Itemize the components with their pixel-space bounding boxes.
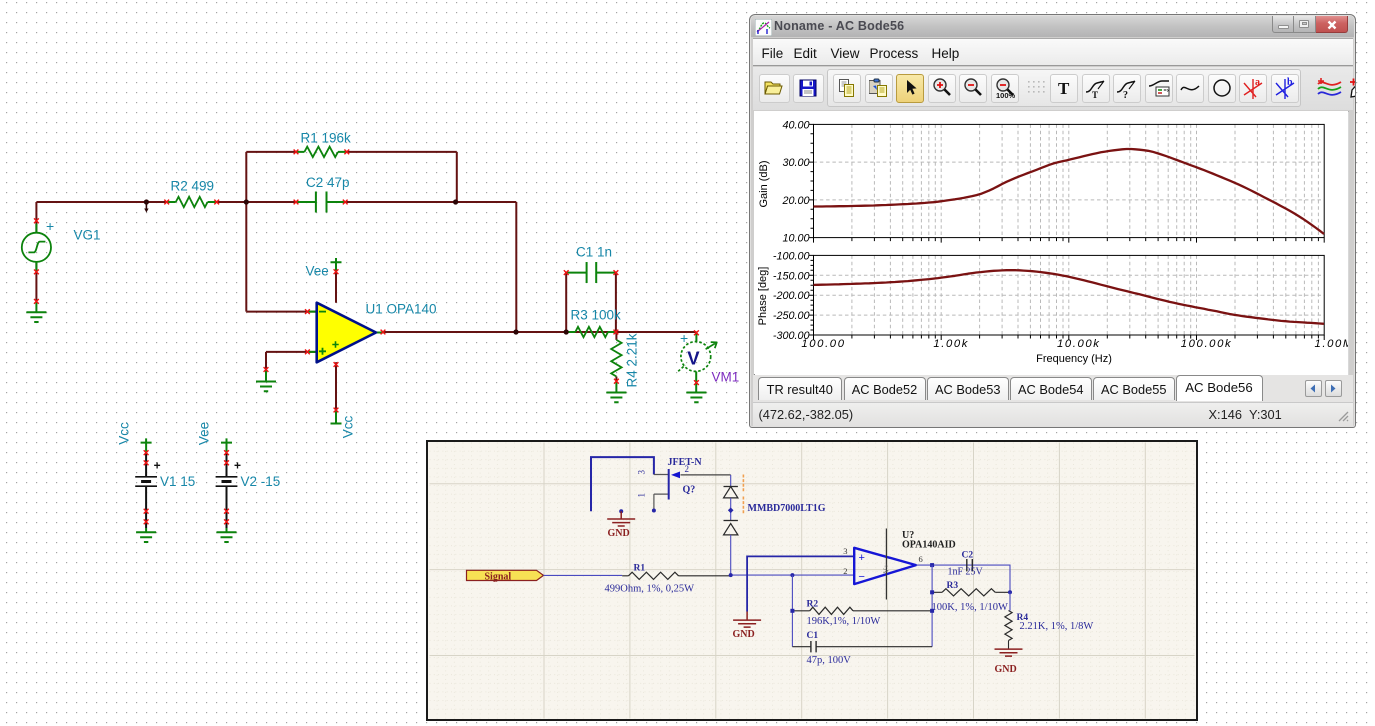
svg-text:+: + — [154, 459, 161, 473]
svg-text:+: + — [680, 330, 688, 346]
svg-text:3: 3 — [843, 546, 847, 556]
svg-text:Frequency (Hz): Frequency (Hz) — [1036, 353, 1112, 365]
svg-text:MMBD7000LT1G: MMBD7000LT1G — [747, 503, 825, 514]
svg-text:Gain (dB): Gain (dB) — [758, 160, 770, 207]
svg-text:V: V — [687, 348, 700, 369]
svg-text:R2: R2 — [806, 599, 818, 609]
svg-text:Signal: Signal — [484, 571, 511, 582]
svg-text:100.00: 100.00 — [801, 338, 845, 350]
svg-text:V1 15: V1 15 — [160, 474, 195, 489]
svg-text:VG1: VG1 — [74, 228, 101, 243]
svg-text:30.00: 30.00 — [782, 157, 809, 169]
svg-text:1nF 25V: 1nF 25V — [947, 566, 983, 577]
svg-text:V2 -15: V2 -15 — [241, 474, 281, 489]
svg-text:2: 2 — [843, 566, 847, 576]
svg-text:47p, 100V: 47p, 100V — [806, 655, 851, 666]
svg-text:-100.00: -100.00 — [773, 250, 810, 262]
svg-text:499Ohm, 1%, 0,25W: 499Ohm, 1%, 0,25W — [604, 583, 694, 594]
svg-text:R4 2.21k: R4 2.21k — [625, 333, 640, 387]
svg-text:-150.00: -150.00 — [773, 270, 810, 282]
svg-text:U1 OPA140: U1 OPA140 — [366, 302, 437, 317]
svg-text:10.00: 10.00 — [782, 233, 809, 245]
svg-text:6: 6 — [918, 554, 922, 564]
svg-text:C2 47p: C2 47p — [306, 175, 350, 190]
svg-text:a: a — [1255, 77, 1260, 88]
svg-text:?: ? — [1123, 90, 1128, 99]
svg-text:1: 1 — [636, 493, 646, 498]
svg-text:R3 100k: R3 100k — [571, 308, 622, 323]
svg-text:T: T — [1092, 90, 1098, 99]
svg-text:GND: GND — [732, 629, 754, 640]
svg-text:Vcc: Vcc — [117, 422, 132, 445]
svg-text:1.00k: 1.00k — [933, 338, 969, 350]
svg-text:-200.00: -200.00 — [773, 290, 810, 302]
svg-text:+: + — [858, 552, 864, 564]
svg-text:-250.00: -250.00 — [773, 310, 810, 322]
svg-text:196K,1%, 1/10W: 196K,1%, 1/10W — [806, 616, 880, 627]
svg-text:R1 196k: R1 196k — [301, 131, 352, 146]
svg-text:Vcc: Vcc — [341, 416, 356, 439]
svg-text:Vee: Vee — [197, 422, 212, 445]
svg-text:40.00: 40.00 — [782, 119, 809, 131]
svg-text:GND: GND — [994, 664, 1016, 675]
svg-text:100%: 100% — [996, 91, 1016, 99]
svg-text:Q?: Q? — [682, 484, 695, 495]
svg-text:3: 3 — [636, 469, 646, 474]
svg-text:20.00: 20.00 — [781, 195, 809, 207]
svg-text:10.00k: 10.00k — [1057, 338, 1101, 350]
svg-text:R2 499: R2 499 — [171, 179, 215, 194]
svg-text:−: − — [858, 571, 864, 583]
svg-text:R3: R3 — [946, 581, 958, 591]
svg-text:Phase [deg]: Phase [deg] — [757, 267, 769, 326]
svg-text:V+: V+ — [881, 563, 890, 573]
svg-text:C1 1n: C1 1n — [576, 245, 612, 260]
svg-text:1.00M: 1.00M — [1314, 338, 1348, 350]
svg-text:C1: C1 — [806, 631, 818, 641]
svg-text:VM1: VM1 — [712, 370, 740, 385]
svg-text:b: b — [1287, 77, 1293, 88]
svg-text:+: + — [46, 218, 54, 234]
svg-text:2: 2 — [684, 464, 689, 474]
svg-text:T: T — [1058, 79, 1070, 98]
svg-text:C2: C2 — [961, 550, 973, 560]
svg-text:OPA140AID: OPA140AID — [902, 539, 956, 550]
svg-text:+: + — [234, 459, 241, 473]
svg-text:=x: =x — [1163, 88, 1169, 94]
svg-text:100K, 1%, 1/10W: 100K, 1%, 1/10W — [931, 602, 1007, 613]
svg-text:100.00k: 100.00k — [1181, 338, 1232, 350]
svg-text:2.21K, 1%, 1/8W: 2.21K, 1%, 1/8W — [1019, 621, 1093, 632]
svg-text:Vee: Vee — [306, 264, 329, 279]
svg-text:R1: R1 — [633, 563, 645, 573]
svg-text:GND: GND — [607, 528, 629, 539]
